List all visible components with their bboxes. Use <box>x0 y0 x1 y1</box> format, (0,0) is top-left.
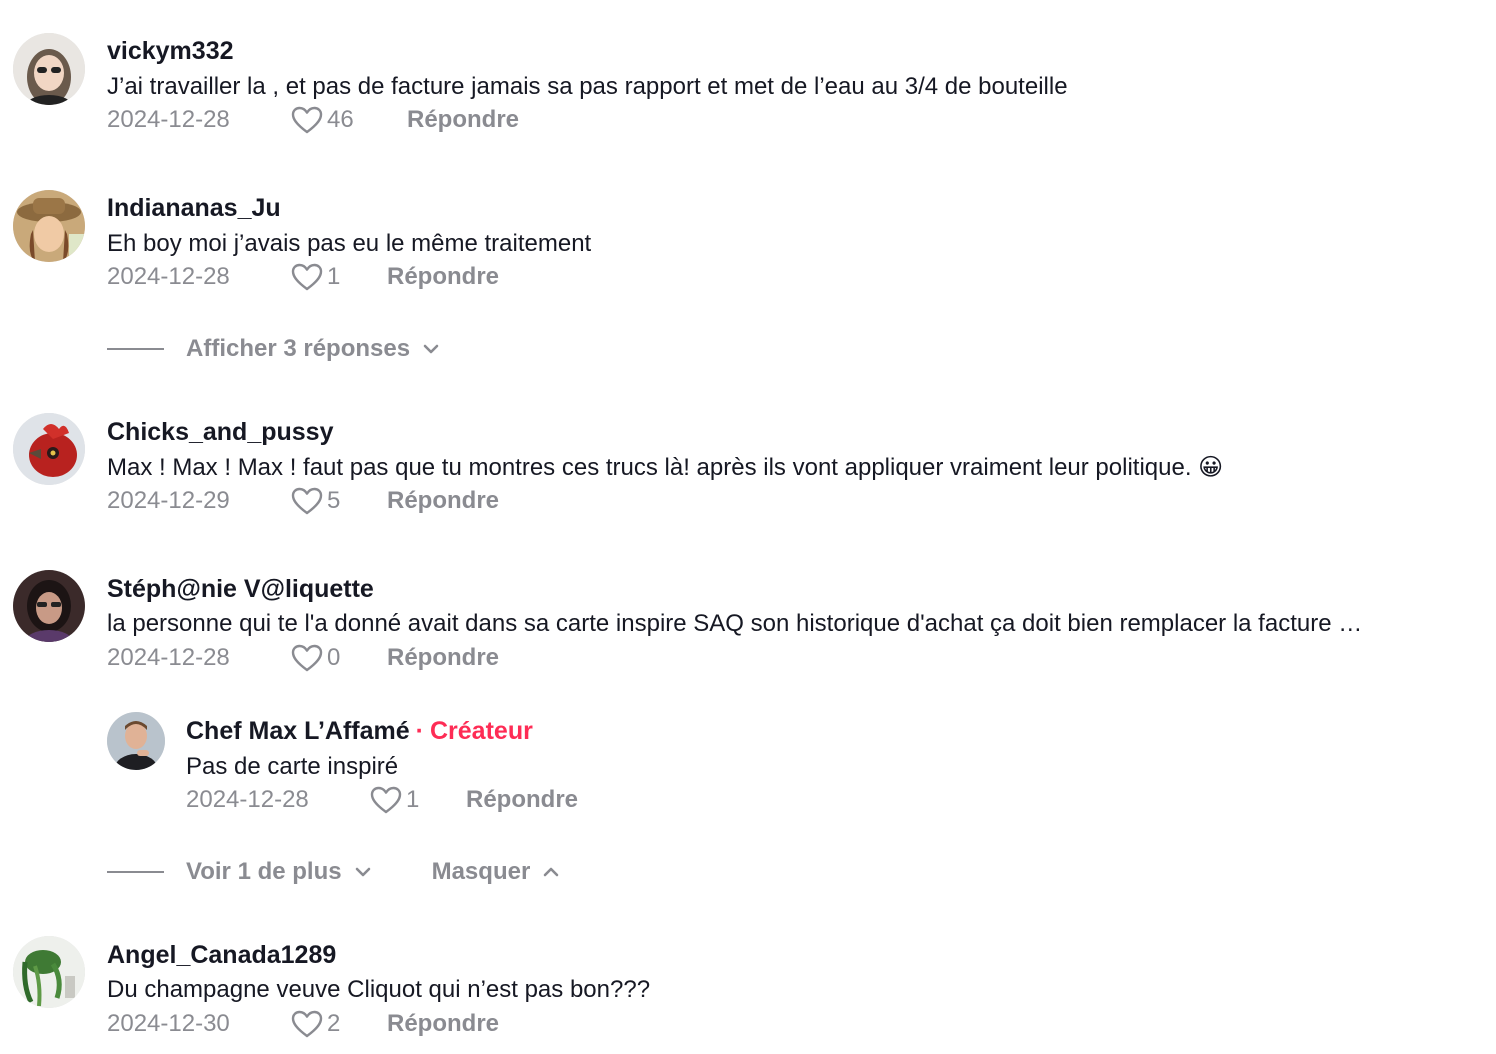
avatar[interactable] <box>13 936 85 1008</box>
heart-icon <box>291 263 323 291</box>
comment-meta: 2024-12-28 46 Répondre <box>107 106 519 134</box>
like-button[interactable]: 1 <box>370 786 426 814</box>
avatar[interactable] <box>13 33 85 105</box>
like-button[interactable]: 2 <box>291 1010 347 1038</box>
heart-icon <box>291 644 323 672</box>
chevron-down-icon <box>423 344 439 354</box>
avatar[interactable] <box>13 190 85 262</box>
reply-button[interactable]: Répondre <box>387 487 499 515</box>
reply-text: Pas de carte inspiré <box>186 753 399 780</box>
comment-username[interactable]: vickym332 <box>107 37 234 66</box>
comment-date: 2024-12-30 <box>107 1010 230 1037</box>
like-button[interactable]: 46 <box>291 106 367 134</box>
reply-username-row: Chef Max L’Affamé · Créateur <box>186 717 533 746</box>
show-replies-label: Afficher 3 réponses <box>186 335 411 362</box>
hide-replies-button[interactable]: Masquer <box>432 858 563 886</box>
like-count: 5 <box>327 487 341 514</box>
reply-button[interactable]: Répondre <box>387 1010 499 1038</box>
comment-meta: 2024-12-30 2 Répondre <box>107 1010 499 1038</box>
like-count: 1 <box>327 263 341 290</box>
comment-date: 2024-12-28 <box>107 263 230 290</box>
reply-button[interactable]: Répondre <box>466 786 578 814</box>
separator-dot: · <box>415 717 424 745</box>
heart-icon <box>291 1010 323 1038</box>
thread-controls-row: Voir 1 de plus Masquer <box>107 858 562 886</box>
reply-button[interactable]: Répondre <box>407 106 519 134</box>
comment-date: 2024-12-28 <box>107 106 230 133</box>
heart-icon <box>370 786 402 814</box>
thread-divider <box>107 348 164 350</box>
comment-meta: 2024-12-28 1 Répondre <box>107 263 499 291</box>
comment-username[interactable]: Indiananas_Ju <box>107 194 281 223</box>
comment-username[interactable]: Angel_Canada1289 <box>107 941 336 970</box>
view-replies-row: Afficher 3 réponses <box>107 335 442 363</box>
comment-date: 2024-12-29 <box>107 487 230 514</box>
reply-meta: 2024-12-28 1 Répondre <box>186 786 578 814</box>
comment-username[interactable]: Stéph@nie V@liquette <box>107 575 374 604</box>
reply-date: 2024-12-28 <box>186 786 309 813</box>
see-more-label: Voir 1 de plus <box>186 858 342 885</box>
see-more-button[interactable]: Voir 1 de plus <box>186 858 374 886</box>
like-count: 0 <box>327 644 341 671</box>
comment-text: Max ! Max ! Max ! faut pas que tu montre… <box>107 454 1224 481</box>
comment-text: la personne qui te l'a donné avait dans … <box>107 610 1363 637</box>
chevron-up-icon <box>543 867 559 877</box>
avatar[interactable] <box>13 570 85 642</box>
chevron-down-icon <box>355 867 370 877</box>
like-button[interactable]: 5 <box>291 487 347 515</box>
comment-text: J’ai travailler la , et pas de facture j… <box>107 73 1068 100</box>
comment-text: Eh boy moi j’avais pas eu le même traite… <box>107 230 592 257</box>
reply-button[interactable]: Répondre <box>387 263 499 291</box>
like-count: 2 <box>327 1010 341 1037</box>
reply-button[interactable]: Répondre <box>387 644 499 672</box>
heart-icon <box>291 487 323 515</box>
avatar[interactable] <box>107 712 165 770</box>
comment-date: 2024-12-28 <box>107 644 230 671</box>
like-button[interactable]: 0 <box>291 644 347 672</box>
thread-divider <box>107 871 164 873</box>
like-button[interactable]: 1 <box>291 263 347 291</box>
heart-icon <box>291 106 323 134</box>
creator-badge: Créateur <box>430 717 533 745</box>
hide-label: Masquer <box>431 858 531 885</box>
comment-text: Du champagne veuve Cliquot qui n’est pas… <box>107 976 651 1003</box>
reply-username[interactable]: Chef Max L’Affamé <box>186 717 410 745</box>
comment-meta: 2024-12-29 5 Répondre <box>107 487 499 515</box>
comment-meta: 2024-12-28 0 Répondre <box>107 644 499 672</box>
like-count: 46 <box>327 106 354 133</box>
like-count: 1 <box>406 786 420 813</box>
show-replies-button[interactable]: Afficher 3 réponses <box>186 335 442 363</box>
comment-username[interactable]: Chicks_and_pussy <box>107 418 334 447</box>
avatar[interactable] <box>13 413 85 485</box>
